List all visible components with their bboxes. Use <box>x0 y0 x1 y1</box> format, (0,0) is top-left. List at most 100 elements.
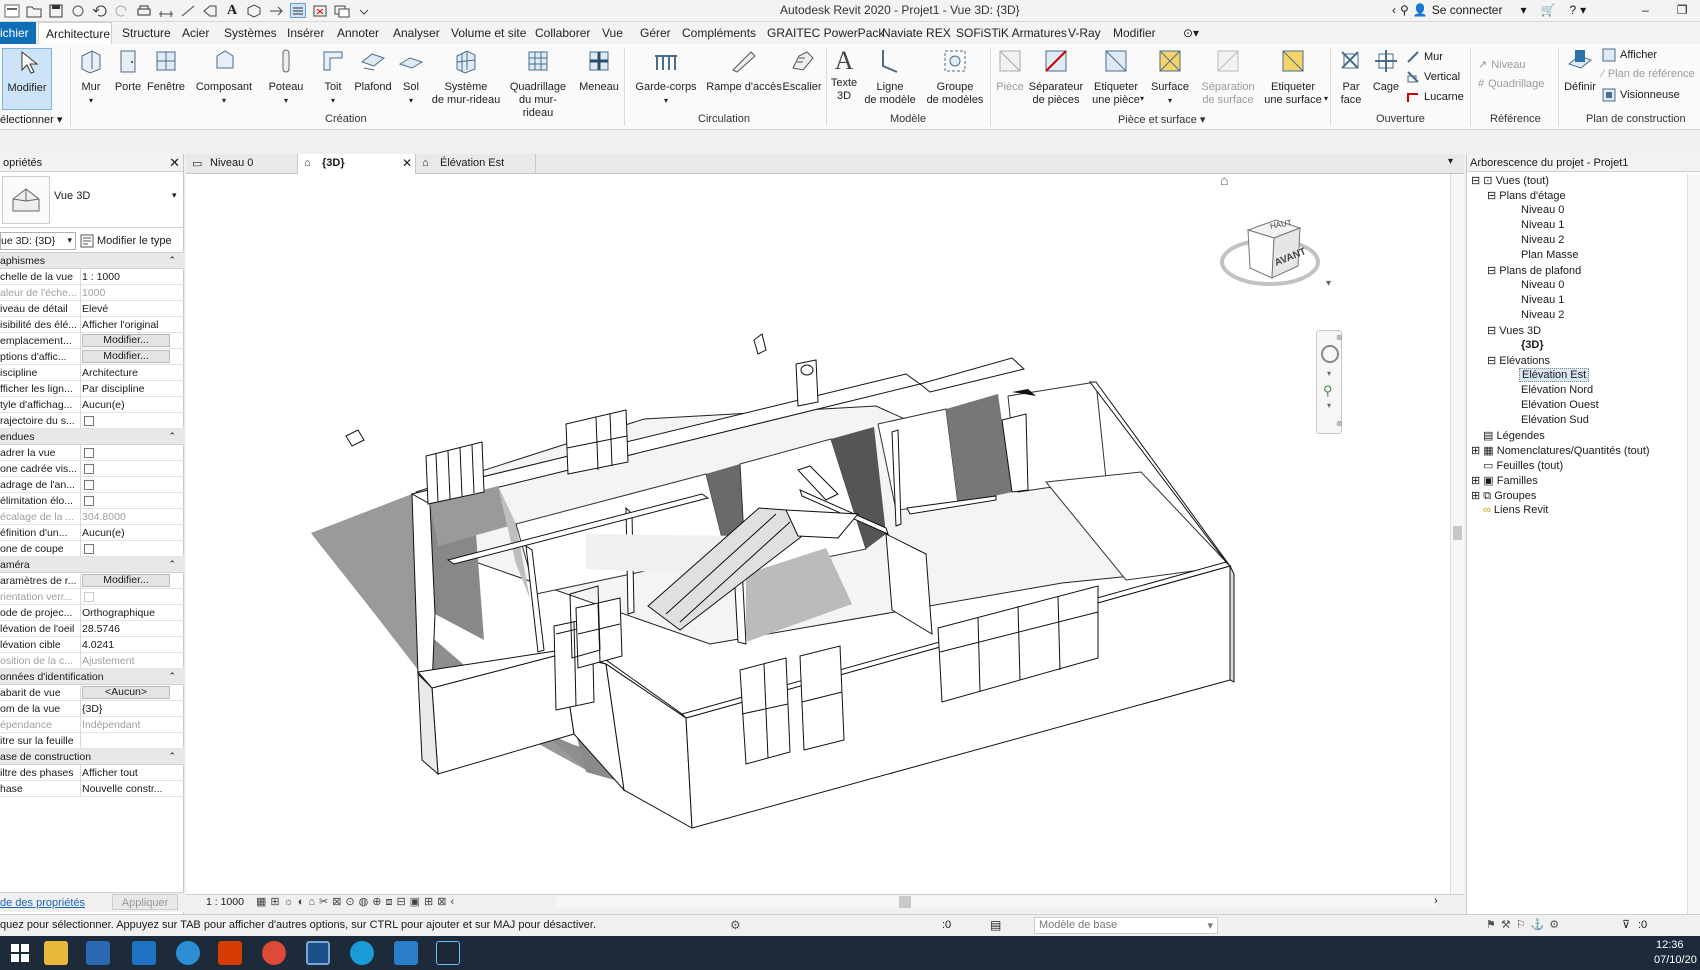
sign-in-link[interactable]: Se connecter <box>1432 3 1503 17</box>
tree-node-plans-etage[interactable]: ⊟ Plans d'étage <box>1487 189 1566 202</box>
instance-selector[interactable]: ue 3D: {3D} ▾ <box>0 232 76 250</box>
tree-leaf[interactable]: Elévation Nord <box>1521 384 1593 396</box>
tag-area-button[interactable]: Etiqueter une surface ▾ <box>1262 48 1328 107</box>
prop-value[interactable]: Architecture <box>82 367 182 379</box>
model-line-button[interactable]: Ligne de modèle <box>862 48 918 107</box>
railing-button[interactable]: Garde-corps ▾ <box>634 48 698 107</box>
mullion-button[interactable]: Meneau <box>578 48 620 94</box>
thin-lines-icon[interactable] <box>290 3 306 18</box>
tree-node-familles[interactable]: ⊞ ▣ Familles <box>1471 474 1538 487</box>
revit-logo-icon[interactable] <box>4 3 20 18</box>
tree-node-nomenclatures[interactable]: ⊞ ▦ Nomenclatures/Quantités (tout) <box>1471 444 1650 457</box>
browser-scrollbar[interactable] <box>1687 174 1700 914</box>
checkbox[interactable] <box>84 544 94 554</box>
level-button[interactable]: ↗ Niveau <box>1478 58 1525 72</box>
edit-type-button[interactable]: Modifier le type <box>80 232 182 250</box>
prop-value[interactable]: Aucun(e) <box>82 399 182 411</box>
switch-windows-icon[interactable] <box>334 3 350 18</box>
tab-niveau-0[interactable]: ▭ Niveau 0 <box>186 154 298 174</box>
app2-icon[interactable] <box>394 941 418 965</box>
tree-leaf[interactable]: Niveau 0 <box>1521 279 1564 291</box>
view-control-icons[interactable]: ▦⊞☼◐⌂✂⊠⊙◍⊕⧈⊟▣⊞⊠‹ <box>256 895 458 909</box>
design-option-dropdown[interactable]: Modèle de base ▾ <box>1034 917 1218 934</box>
wall-button[interactable]: Mur ▾ <box>76 48 106 107</box>
tree-leaf[interactable]: Elévation Ouest <box>1521 399 1599 411</box>
minimize-icon[interactable]: – <box>1642 3 1649 17</box>
tag-icon[interactable] <box>202 3 218 18</box>
checkbox[interactable] <box>84 480 94 490</box>
design-options-icon[interactable]: ▤ <box>990 918 1001 932</box>
edge-icon[interactable] <box>176 941 200 965</box>
section-icon[interactable] <box>268 3 284 18</box>
prop-value[interactable]: Afficher tout <box>82 767 182 779</box>
prop-value[interactable]: Nouvelle constr... <box>82 783 182 795</box>
tab-modifier[interactable]: Modifier <box>1113 26 1156 40</box>
group-camera[interactable]: améra ⌃ <box>0 557 184 573</box>
modify-display-options-button[interactable]: Modifier... <box>82 350 170 363</box>
tree-node-elevations[interactable]: ⊟ Elévations <box>1487 354 1550 367</box>
office-icon[interactable] <box>218 941 242 965</box>
prop-value[interactable]: 1 : 1000 <box>82 271 182 283</box>
cart-icon[interactable]: 🛒 <box>1541 3 1556 17</box>
panel-title-piece-surface[interactable]: Pièce et surface ▾ <box>1118 113 1205 126</box>
home-icon[interactable]: ⌂ <box>1220 172 1228 188</box>
binoculars-icon[interactable]: ⚲ <box>1400 3 1409 17</box>
tree-node-groupes[interactable]: ⊞ ⧉ Groupes <box>1471 489 1536 503</box>
tab-gerer[interactable]: Gérer <box>640 26 671 40</box>
grid-button[interactable]: # Quadrillage <box>1478 78 1544 90</box>
prop-value[interactable]: Aucun(e) <box>82 527 182 539</box>
measure-icon[interactable] <box>158 3 174 18</box>
column-button[interactable]: Poteau ▾ <box>268 48 304 107</box>
tab-vray[interactable]: V-Ray <box>1068 26 1101 40</box>
windows-start-icon[interactable] <box>8 941 32 965</box>
ceiling-button[interactable]: Plafond <box>352 48 394 94</box>
tree-node-feuilles[interactable]: ▭ Feuilles (tout) <box>1483 459 1563 472</box>
tab-acier[interactable]: Acier <box>182 26 209 40</box>
scale-value[interactable]: 1 : 1000 <box>206 896 244 908</box>
checkbox[interactable] <box>84 416 94 426</box>
view-template-button[interactable]: <Aucun> <box>82 686 170 699</box>
dropdown-help-icon[interactable]: ▾ <box>1580 3 1586 17</box>
window-button[interactable]: Fenêtre <box>146 48 186 94</box>
tree-leaf[interactable]: Niveau 2 <box>1521 309 1564 321</box>
tab-fichier[interactable]: ichier <box>0 22 36 44</box>
steering-wheel-icon[interactable] <box>1321 345 1339 363</box>
checkbox[interactable] <box>84 448 94 458</box>
area-boundary-button[interactable]: Séparation de surface <box>1196 48 1260 107</box>
open-icon[interactable] <box>26 3 42 18</box>
zoom-icon[interactable]: ⚲ <box>1323 383 1333 399</box>
checkbox[interactable] <box>84 496 94 506</box>
curtain-grid-button[interactable]: Quadrillage du mur-rideau <box>504 48 572 120</box>
wall-opening-button[interactable]: Mur <box>1406 50 1443 64</box>
tree-leaf-selected[interactable]: Elévation Est <box>1519 368 1590 382</box>
floor-button[interactable]: Sol ▾ <box>398 48 424 107</box>
app-icon[interactable] <box>350 941 374 965</box>
dormer-button[interactable]: Lucarne <box>1406 90 1464 104</box>
prop-value[interactable]: 4.0241 <box>82 639 182 651</box>
prop-value[interactable]: {3D} <box>82 703 182 715</box>
prop-value[interactable]: Elevé <box>82 303 182 315</box>
area-button[interactable]: Surface ▾ <box>1150 48 1190 107</box>
worksets-icon[interactable]: ⚙ <box>730 918 741 932</box>
filter-icon[interactable]: ⊽ <box>1622 918 1630 931</box>
prop-value[interactable]: Par discipline <box>82 383 182 395</box>
tree-leaf[interactable]: Niveau 1 <box>1521 294 1564 306</box>
mail-icon[interactable] <box>132 941 156 965</box>
tab-complements[interactable]: Compléments <box>682 26 756 40</box>
scroll-thumb[interactable] <box>1453 526 1462 540</box>
close-tab-icon[interactable]: ✕ <box>402 156 412 170</box>
tab-inserer[interactable]: Insérer <box>287 26 324 40</box>
save-icon[interactable] <box>48 3 64 18</box>
3d-viewport[interactable]: HAUT AVANT ⌂ ▾ ⊗ ▾ ⚲ ▾ ⊗ <box>186 172 1464 896</box>
tree-node-liens[interactable]: ∞ Liens Revit <box>1483 504 1548 516</box>
tree-leaf[interactable]: Niveau 1 <box>1521 219 1564 231</box>
hscroll-thumb[interactable] <box>899 896 911 908</box>
vertical-scrollbar[interactable] <box>1450 174 1464 896</box>
tab-sofistik[interactable]: SOFiSTiK Armatures <box>956 26 1067 40</box>
help-icon[interactable]: ? <box>1569 3 1576 17</box>
tree-leaf[interactable]: Niveau 0 <box>1521 204 1564 216</box>
group-etendues[interactable]: endues ⌃ <box>0 429 184 445</box>
print-icon[interactable] <box>136 3 152 18</box>
close-icon[interactable]: ✕ <box>169 155 180 170</box>
tab-extra-dropdown-icon[interactable]: ⊙▾ <box>1183 26 1199 40</box>
